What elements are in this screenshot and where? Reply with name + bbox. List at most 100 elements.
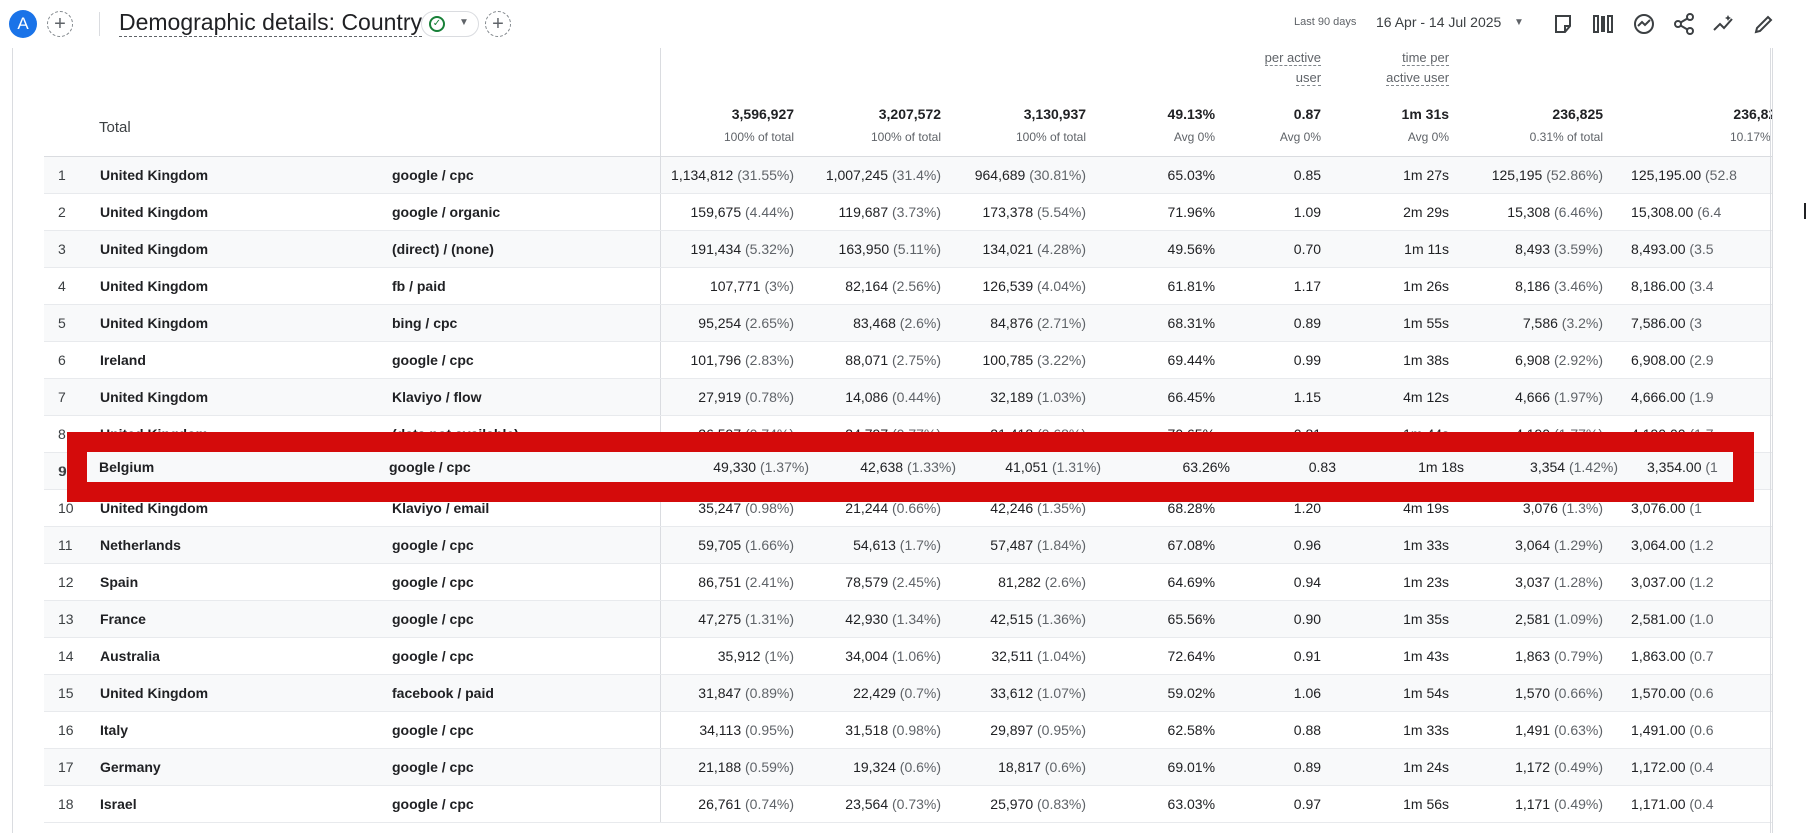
row-index: 5 <box>58 315 66 331</box>
metric-header-7[interactable]: 236,825 0.31% of total <box>1465 48 1620 157</box>
metric-cell: 4m 12s <box>1337 378 1466 416</box>
metric-cell: 107,771 (3%) <box>660 267 811 305</box>
metric-value: 1,491 <box>1515 722 1551 738</box>
metric-cell: 1m 11s <box>1337 230 1466 268</box>
metric-value: 3,064 <box>1515 537 1551 553</box>
metric-pct: (31.4%) <box>892 167 942 183</box>
metric-pct: (1.29%) <box>1554 537 1604 553</box>
metric-pct: (2.45%) <box>892 574 942 590</box>
metric-total: 3,596,927 <box>731 106 795 122</box>
metric-pct: (52.86%) <box>1546 167 1604 183</box>
metric-value: 86,751 <box>698 574 742 590</box>
table-row[interactable]: 2 United Kingdom google / organic 159,675 (… <box>44 193 1772 231</box>
notes-icon[interactable] <box>1551 12 1575 36</box>
report-status-dropdown[interactable]: ✓ ▼ <box>421 11 479 37</box>
metric-value: 1,171 <box>1515 796 1551 812</box>
source-medium: google / cpc <box>392 648 474 664</box>
table-row[interactable]: 17 Germany google / cpc 21,188 (0.59%) 19,32… <box>44 748 1772 786</box>
table-row[interactable]: 12 Spain google / cpc 86,751 (2.41%) 78,579 … <box>44 563 1772 601</box>
metric-cell: 0.90 <box>1231 600 1338 638</box>
metric-pct: (0.78%) <box>745 389 795 405</box>
metric-pct: (5.11%) <box>893 241 942 257</box>
metric-cell: 2m 29s <box>1337 193 1466 231</box>
table-row[interactable]: 6 Ireland google / cpc 101,796 (2.83%) 88,07… <box>44 341 1772 379</box>
metric-cell: 1m 55s <box>1337 304 1466 342</box>
metric-value: 0.90 <box>1293 611 1322 627</box>
source-cell: google / cpc <box>380 711 661 749</box>
metric-cell: 1m 33s <box>1337 526 1466 564</box>
account-avatar[interactable]: A <box>9 10 37 38</box>
metric-cell: 22,429 (0.7%) <box>810 674 958 712</box>
metric-pct: (0.49%) <box>1554 759 1604 775</box>
table-row[interactable]: 13 France google / cpc 47,275 (1.31%) 42,930… <box>44 600 1772 638</box>
metric-cell: 0.89 <box>1231 304 1338 342</box>
table-row[interactable]: 16 Italy google / cpc 34,113 (0.95%) 31,518 … <box>44 711 1772 749</box>
source-cell: Klaviyo / flow <box>380 378 661 416</box>
metric-header-5[interactable]: per active user 0.87 Avg 0% <box>1231 48 1338 157</box>
table-row[interactable]: 15 United Kingdom facebook / paid 31,847 (0… <box>44 674 1772 712</box>
metric-header-4[interactable]: 49.13% Avg 0% <box>1102 48 1232 157</box>
table-row[interactable]: 3 United Kingdom (direct) / (none) 191,434 … <box>44 230 1772 268</box>
add-comparison-button[interactable]: + <box>47 11 73 37</box>
metric-header-1[interactable]: 3,596,927 100% of total <box>660 48 811 157</box>
metric-cell: 26,761 (0.74%) <box>660 785 811 823</box>
table-row[interactable]: 1 United Kingdom google / cpc 1,134,812 (31… <box>44 157 1772 194</box>
compare-icon[interactable] <box>1591 12 1615 36</box>
table-row[interactable]: 4 United Kingdom fb / paid 107,771 (3%) 82,1… <box>44 267 1772 305</box>
metric-value: 119,687 <box>838 204 889 220</box>
share-icon[interactable] <box>1672 12 1696 36</box>
row-index: 4 <box>58 278 66 294</box>
metric-cell: 1m 18s <box>1418 459 1464 475</box>
metric-cell: 134,021 (4.28%) <box>957 230 1103 268</box>
trend-icon[interactable] <box>1712 12 1736 36</box>
metric-header-3[interactable]: 3,130,937 100% of total <box>957 48 1103 157</box>
row-index: 11 <box>58 537 73 553</box>
table-row[interactable]: 14 Australia google / cpc 35,912 (1%) 34,004… <box>44 637 1772 675</box>
insights-icon[interactable] <box>1632 12 1656 36</box>
table-row[interactable]: 5 United Kingdom bing / cpc 95,254 (2.65%) 8… <box>44 304 1772 342</box>
source-medium: google / cpc <box>392 722 474 738</box>
page-title[interactable]: Demographic details: Country <box>119 9 422 37</box>
date-range-caret-icon[interactable]: ▼ <box>1514 17 1524 28</box>
metric-pct: (0.6%) <box>899 759 942 775</box>
metric-pct: (0.6 <box>1689 685 1714 701</box>
date-range-selector[interactable]: 16 Apr - 14 Jul 2025 <box>1376 14 1501 30</box>
metric-pct: (1.84%) <box>1037 537 1087 553</box>
metric-value: 18,817 <box>998 759 1041 775</box>
metric-cell: 1,007,245 (31.4%) <box>810 157 958 194</box>
source-medium: google / organic <box>392 204 501 220</box>
metric-value: 126,539 <box>982 278 1034 294</box>
metric-pct: (0.98%) <box>745 500 795 516</box>
metric-cell: 47,275 (1.31%) <box>660 600 811 638</box>
edit-icon[interactable] <box>1752 12 1776 36</box>
table-row[interactable]: 7 United Kingdom Klaviyo / flow 27,919 (0.7… <box>44 378 1772 416</box>
metric-value: 173,378 <box>982 204 1034 220</box>
metric-pct: (3.59%) <box>1554 241 1604 257</box>
metric-pct: (6.46%) <box>1554 204 1604 220</box>
country-cell: Spain <box>90 563 380 601</box>
metric-value: 159,675 <box>690 204 742 220</box>
metric-header-2[interactable]: 3,207,572 100% of total <box>810 48 958 157</box>
metric-value: 32,511 <box>991 648 1034 664</box>
country-cell: United Kingdom <box>90 267 380 305</box>
metric-value: 7,586.00 <box>1631 315 1686 331</box>
add-filter-button[interactable]: + <box>485 11 511 37</box>
highlighted-row[interactable]: Belgium google / cpc 49,330 (1.37%) 42,6… <box>87 452 1733 482</box>
source-cell: google / cpc <box>380 563 661 601</box>
source-cell: bing / cpc <box>380 304 661 342</box>
metric-header-6[interactable]: time per active user 1m 31s Avg 0% <box>1337 48 1466 157</box>
metric-value: 1.09 <box>1293 204 1322 220</box>
metric-cell: 0.94 <box>1231 563 1338 601</box>
country-cell: United Kingdom <box>90 157 380 194</box>
metric-value: 4m 19s <box>1403 500 1450 516</box>
table-row[interactable]: 11 Netherlands google / cpc 59,705 (1.66%) 5… <box>44 526 1772 564</box>
check-circle-icon: ✓ <box>429 16 445 32</box>
metric-pct: (3.2%) <box>1561 315 1604 331</box>
metric-header-8[interactable]: 236,825 10.17% of <box>1619 48 1772 157</box>
country-cell: United Kingdom <box>90 304 380 342</box>
source-cell: google / cpc <box>380 785 661 823</box>
table-row[interactable]: 18 Israel google / cpc 26,761 (0.74%) 23,564… <box>44 785 1772 823</box>
metric-total: 1m 31s <box>1401 106 1450 122</box>
metric-pct: 10.17% of <box>1729 130 1772 144</box>
metric-cell: 27,919 (0.78%) <box>660 378 811 416</box>
